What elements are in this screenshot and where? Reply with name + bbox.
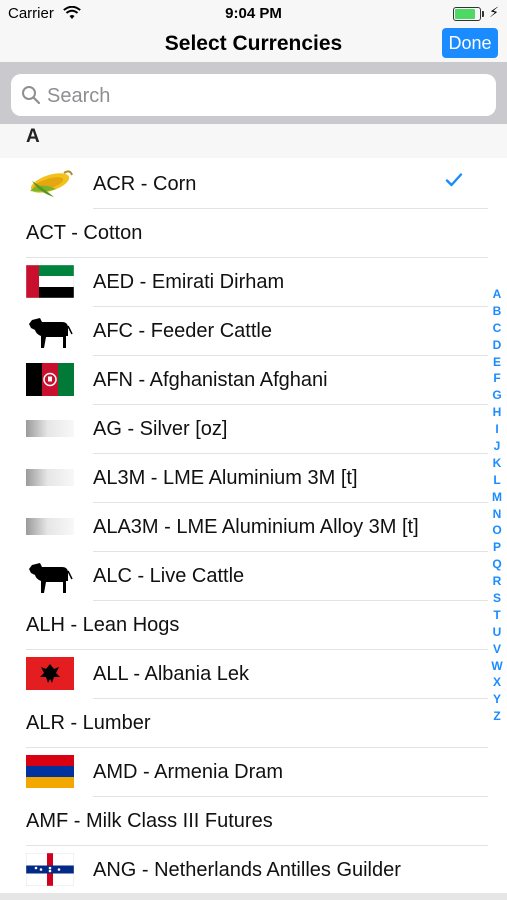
metal-bar-icon bbox=[26, 510, 74, 543]
netherlands-antilles-flag-icon bbox=[25, 852, 75, 887]
corn-icon bbox=[26, 167, 74, 200]
index-letter[interactable]: D bbox=[489, 337, 505, 354]
list-item-label: ALA3M - LME Aluminium Alloy 3M [t] bbox=[93, 516, 419, 538]
index-letter[interactable]: I bbox=[489, 421, 505, 438]
list-item-label: AFC - Feeder Cattle bbox=[93, 320, 272, 342]
index-letter[interactable]: J bbox=[489, 438, 505, 455]
list-item[interactable]: AL3M - LME Aluminium 3M [t] bbox=[0, 454, 507, 503]
section-header: A bbox=[0, 124, 507, 158]
list-item[interactable]: AMF - Milk Class III Futures bbox=[0, 797, 507, 846]
list-item-label: ALC - Live Cattle bbox=[93, 565, 245, 587]
cattle-icon bbox=[26, 310, 74, 350]
list-item-label: ALH - Lean Hogs bbox=[26, 614, 180, 636]
list-item-label: AFN - Afghanistan Afghani bbox=[93, 369, 328, 391]
index-letter[interactable]: F bbox=[489, 370, 505, 387]
index-letter[interactable]: X bbox=[489, 674, 505, 691]
charging-icon: ⚡︎ bbox=[489, 4, 499, 20]
bottom-edge bbox=[0, 893, 507, 900]
list-item[interactable]: AMD - Armenia Dram bbox=[0, 748, 507, 797]
list-item-label: AG - Silver [oz] bbox=[93, 418, 228, 440]
search-input[interactable]: Search bbox=[11, 74, 496, 116]
armenia-flag-icon bbox=[26, 755, 74, 788]
list-item[interactable]: ALA3M - LME Aluminium Alloy 3M [t] bbox=[0, 503, 507, 552]
status-bar: Carrier 9:04 PM ⚡︎ bbox=[0, 0, 507, 28]
list-item[interactable]: ALL - Albania Lek bbox=[0, 650, 507, 699]
index-letter[interactable]: T bbox=[489, 607, 505, 624]
list-item[interactable]: ACR - Corn bbox=[0, 160, 507, 209]
index-letter[interactable]: O bbox=[489, 522, 505, 539]
search-bar: Search bbox=[0, 62, 507, 124]
index-letter[interactable]: L bbox=[489, 472, 505, 489]
index-letter[interactable]: P bbox=[489, 539, 505, 556]
battery-icon bbox=[453, 7, 484, 21]
index-letter[interactable]: Y bbox=[489, 691, 505, 708]
uae-flag-icon bbox=[25, 264, 75, 299]
index-letter[interactable]: Z bbox=[489, 708, 505, 725]
index-letter[interactable]: H bbox=[489, 404, 505, 421]
list-item-label: ACT - Cotton bbox=[26, 222, 143, 244]
index-letter[interactable]: M bbox=[489, 489, 505, 506]
list-item-label: AED - Emirati Dirham bbox=[93, 271, 285, 293]
list-item-label: AMF - Milk Class III Futures bbox=[26, 810, 273, 832]
list-item[interactable]: AFN - Afghanistan Afghani bbox=[0, 356, 507, 405]
index-letter[interactable]: U bbox=[489, 624, 505, 641]
list-item-label: ANG - Netherlands Antilles Guilder bbox=[93, 859, 401, 881]
metal-bar-icon bbox=[26, 412, 74, 445]
index-letter[interactable]: Q bbox=[489, 556, 505, 573]
navigation-bar: Select Currencies Done bbox=[0, 28, 507, 62]
search-placeholder: Search bbox=[47, 85, 111, 107]
checkmark-icon bbox=[445, 172, 463, 193]
currency-list: ACR - Corn ACT - Cotton AED - Emirati Dir… bbox=[0, 160, 507, 895]
index-letter[interactable]: W bbox=[489, 658, 505, 675]
page-title: Select Currencies bbox=[164, 32, 343, 55]
cattle-icon bbox=[26, 555, 74, 595]
list-item[interactable]: ACT - Cotton bbox=[0, 209, 507, 258]
index-letter[interactable]: A bbox=[489, 286, 505, 303]
alphabet-index[interactable]: ABCDEFGHIJKLMNOPQRSTUVWXYZ bbox=[489, 286, 505, 725]
list-item[interactable]: ALR - Lumber bbox=[0, 699, 507, 748]
search-icon bbox=[21, 85, 41, 110]
list-item[interactable]: ALC - Live Cattle bbox=[0, 552, 507, 601]
list-item[interactable]: AED - Emirati Dirham bbox=[0, 258, 507, 307]
list-item-label: ALR - Lumber bbox=[26, 712, 151, 734]
index-letter[interactable]: E bbox=[489, 354, 505, 371]
clock-time: 9:04 PM bbox=[225, 5, 282, 22]
index-letter[interactable]: N bbox=[489, 506, 505, 523]
done-button[interactable]: Done bbox=[442, 28, 498, 58]
list-item[interactable]: ALH - Lean Hogs bbox=[0, 601, 507, 650]
list-item[interactable]: AG - Silver [oz] bbox=[0, 405, 507, 454]
list-item[interactable]: ANG - Netherlands Antilles Guilder bbox=[0, 846, 507, 895]
list-item[interactable]: AFC - Feeder Cattle bbox=[0, 307, 507, 356]
afghanistan-flag-icon bbox=[26, 363, 74, 396]
index-letter[interactable]: V bbox=[489, 641, 505, 658]
index-letter[interactable]: C bbox=[489, 320, 505, 337]
list-item-label: ACR - Corn bbox=[93, 173, 197, 195]
list-item-label: AL3M - LME Aluminium 3M [t] bbox=[93, 467, 358, 489]
list-item-label: AMD - Armenia Dram bbox=[93, 761, 284, 783]
index-letter[interactable]: S bbox=[489, 590, 505, 607]
index-letter[interactable]: R bbox=[489, 573, 505, 590]
section-letter: A bbox=[26, 126, 40, 147]
index-letter[interactable]: B bbox=[489, 303, 505, 320]
index-letter[interactable]: K bbox=[489, 455, 505, 472]
list-item-label: ALL - Albania Lek bbox=[93, 663, 250, 685]
albania-flag-icon bbox=[26, 657, 74, 690]
metal-bar-icon bbox=[26, 461, 74, 494]
index-letter[interactable]: G bbox=[489, 387, 505, 404]
